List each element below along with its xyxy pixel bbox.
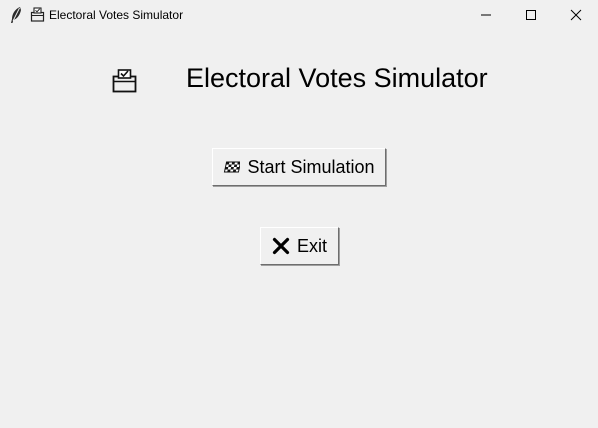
page-title: Electoral Votes Simulator: [186, 63, 488, 93]
checkered-flag-icon: [224, 161, 241, 173]
exit-button[interactable]: Exit: [260, 227, 339, 265]
minimize-button[interactable]: [463, 0, 509, 30]
minimize-icon: [481, 14, 491, 16]
ballot-box-icon: [112, 69, 137, 93]
app-window: Electoral Votes Simulator Electoral Vote…: [0, 0, 598, 428]
exit-label: Exit: [296, 235, 327, 256]
title-bar[interactable]: Electoral Votes Simulator: [0, 0, 598, 30]
close-icon: [570, 9, 582, 21]
maximize-button[interactable]: [508, 0, 554, 30]
window-title: Electoral Votes Simulator: [49, 8, 184, 22]
close-button[interactable]: [553, 0, 598, 30]
start-simulation-button[interactable]: Start Simulation: [212, 148, 386, 186]
feather-icon: [11, 7, 21, 23]
start-simulation-label: Start Simulation: [247, 156, 375, 177]
maximize-icon: [526, 10, 536, 20]
x-mark-icon: [272, 237, 290, 255]
ballot-box-icon: [30, 7, 45, 22]
